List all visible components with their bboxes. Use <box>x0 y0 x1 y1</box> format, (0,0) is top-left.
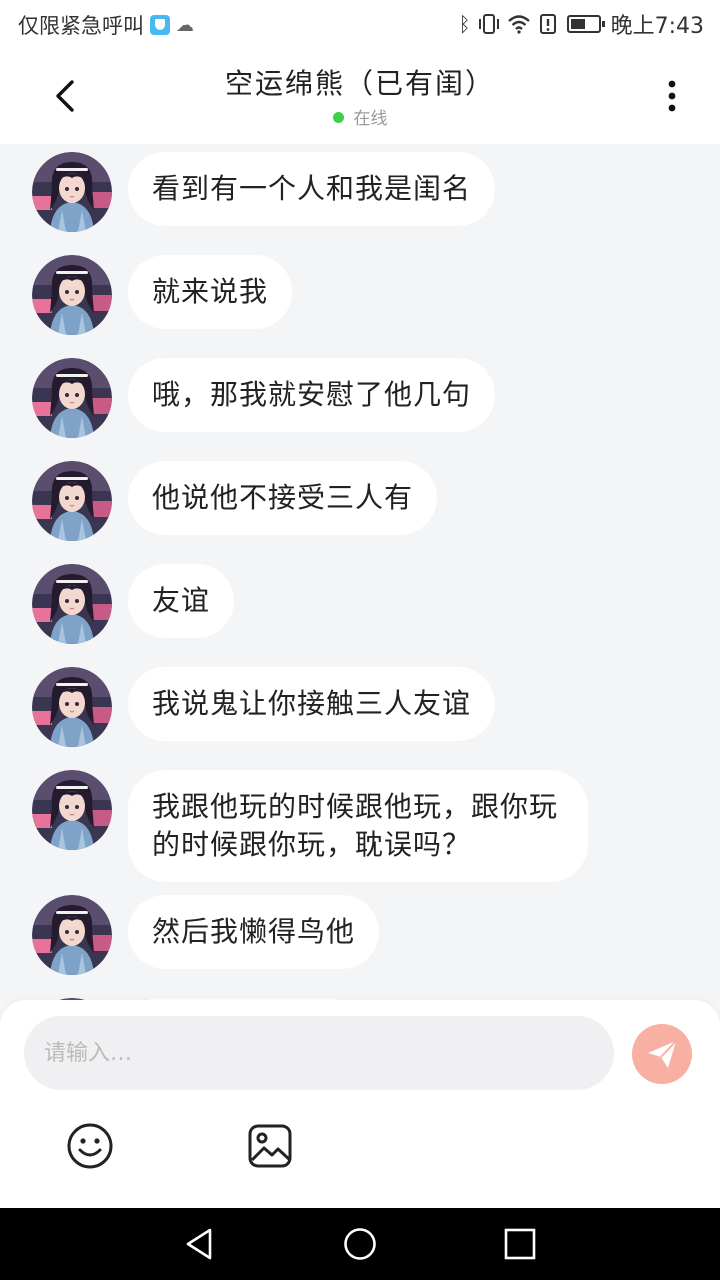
emoji-button[interactable] <box>66 1122 114 1170</box>
status-right: ᛒ 晚上7:43 <box>451 8 704 40</box>
composer <box>0 1000 720 1208</box>
system-nav-bar <box>0 1208 720 1280</box>
message-row: 他说他不接受三人有 <box>32 461 438 541</box>
message-bubble: 就来说我 <box>128 255 293 329</box>
message-row: 哦，那我就安慰了他几句 <box>32 358 496 438</box>
message-list[interactable]: 看到有一个人和我是闺名 就来说我 哦，那我就安慰了他几句 他说他不接受三人有 友… <box>0 144 720 1000</box>
avatar[interactable] <box>32 461 112 541</box>
message-bubble: 看到有一个人和我是闺名 <box>128 152 496 226</box>
avatar[interactable] <box>32 895 112 975</box>
avatar[interactable] <box>32 667 112 747</box>
avatar[interactable] <box>32 770 112 850</box>
avatar[interactable] <box>32 564 112 644</box>
message-row: 我跟他玩的时候跟他玩，跟你玩的时候跟你玩，耽误吗？ <box>32 770 588 882</box>
message-bubble: 我跟他玩的时候跟他玩，跟你玩的时候跟你玩，耽误吗？ <box>128 770 588 882</box>
message-row: 然后我懒得鸟他 <box>32 895 380 975</box>
message-bubble: 哦，那我就安慰了他几句 <box>128 358 496 432</box>
nav-back-icon[interactable] <box>182 1226 218 1262</box>
chat-title: 空运绵熊（已有闺） <box>224 67 495 100</box>
avatar[interactable] <box>32 152 112 232</box>
online-status: 在线 <box>0 104 720 129</box>
nav-home-icon[interactable] <box>342 1226 378 1262</box>
message-bubble: 然后我懒得鸟他 <box>128 895 380 969</box>
message-bubble: 我说鬼让你接触三人友谊 <box>128 667 496 741</box>
emergency-call-text: 仅限紧急呼叫 <box>18 14 144 38</box>
cloud-icon: ☁ <box>176 14 194 36</box>
message-bubble: 友谊 <box>128 564 235 638</box>
shield-icon <box>150 15 170 35</box>
battery-icon <box>566 15 605 33</box>
bluetooth-icon: ᛒ <box>458 12 471 36</box>
more-options-icon[interactable] <box>652 76 692 116</box>
online-status-text: 在线 <box>353 109 388 129</box>
message-input[interactable] <box>24 1016 614 1090</box>
status-time: 晚上7:43 <box>610 14 704 39</box>
avatar[interactable] <box>32 255 112 335</box>
message-row: 我说鬼让你接触三人友谊 <box>32 667 496 747</box>
image-button[interactable] <box>246 1122 294 1170</box>
chat-header: 空运绵熊（已有闺） 在线 <box>0 50 720 144</box>
message-bubble: 他说他不接受三人有 <box>128 461 438 535</box>
wifi-icon <box>507 15 530 34</box>
nav-recents-icon[interactable] <box>502 1226 538 1262</box>
sim-alert-icon <box>539 14 556 34</box>
avatar[interactable] <box>32 358 112 438</box>
message-row: 友谊 <box>32 564 235 644</box>
status-left: 仅限紧急呼叫 ☁ <box>18 10 194 40</box>
online-dot-icon <box>332 112 344 123</box>
status-bar: 仅限紧急呼叫 ☁ ᛒ 晚上7:43 <box>0 0 720 50</box>
send-button[interactable] <box>632 1024 692 1084</box>
message-row: 看到有一个人和我是闺名 <box>32 152 496 232</box>
vibrate-icon <box>478 14 499 34</box>
paper-plane-icon <box>648 1040 677 1068</box>
message-row: 就来说我 <box>32 255 293 335</box>
